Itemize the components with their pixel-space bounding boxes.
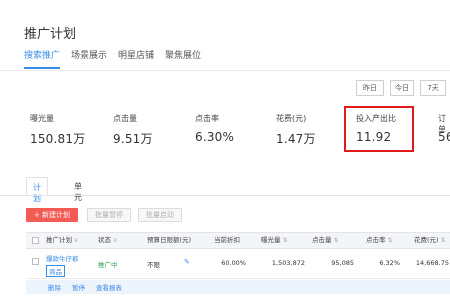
tab-star-store[interactable]: 明星店铺 [118, 49, 154, 69]
metric-value-roi: 11.92 [356, 130, 392, 144]
metric-value-ctr: 6.30% [195, 130, 235, 144]
header-plan[interactable]: 推广计划 ∨ [46, 233, 78, 248]
header-ctr[interactable]: 点击率 ⇅ [366, 233, 393, 248]
row-actions-bar: 删除 暂停 查看报表 [26, 280, 450, 294]
chevron-down-icon: ∨ [74, 237, 79, 244]
yesterday-button[interactable]: 昨日 [356, 80, 384, 96]
nav-divider [0, 70, 450, 71]
budget-value: 不限 [147, 261, 160, 269]
metric-label-clicks: 点击量 [113, 114, 137, 123]
header-cost[interactable]: 花费(元) ⇅ [414, 233, 446, 248]
channel-tabs: 搜索推广 场景展示 明星店铺 聚焦展位 [24, 49, 201, 69]
clicks-value: 95,085 [331, 259, 354, 267]
tab-scene-display[interactable]: 场景展示 [71, 49, 107, 69]
metric-value-cost: 1.47万 [276, 132, 316, 146]
impressions-value: 1,503,872 [271, 259, 305, 267]
metric-value-orders: 56 [438, 130, 450, 144]
row-checkbox[interactable] [32, 258, 39, 265]
tab-focus-booth[interactable]: 聚焦展位 [165, 49, 201, 69]
discount-value: 60.00% [221, 259, 246, 267]
header-impressions[interactable]: 曝光量 ⇅ [261, 233, 288, 248]
metric-value-impressions: 150.81万 [30, 132, 86, 146]
sort-icon: ⇅ [282, 237, 288, 244]
delete-link[interactable]: 删除 [48, 282, 61, 292]
header-budget: 预算日限额(元) [147, 236, 192, 244]
date-range-group: 昨日 今日 7天 [0, 80, 450, 96]
bulk-pause-button[interactable]: 批量暂停 [87, 208, 131, 222]
header-discount: 当前折扣 [214, 236, 240, 244]
table-header: 推广计划 ∨ 状态 ∨ 预算日限额(元) 当前折扣 曝光量 ⇅ 点击量 ⇅ 点击… [26, 232, 450, 249]
tab-plan[interactable]: 计划 [26, 177, 48, 203]
table-row: 爆款牛仔裤 商品 推广中 不限 ✎ 60.00% 1,503,872 95,08… [26, 249, 450, 279]
sort-icon: ⇅ [333, 237, 339, 244]
select-all-checkbox[interactable] [32, 237, 39, 244]
metric-label-impressions: 曝光量 [30, 114, 54, 123]
sub-tabs-divider [0, 195, 450, 196]
header-status[interactable]: 状态 ∨ [98, 233, 117, 248]
plan-name-link[interactable]: 爆款牛仔裤 [46, 253, 79, 263]
tab-unit[interactable]: 单元 [68, 177, 88, 202]
metric-label-ctr: 点击率 [195, 114, 219, 123]
cost-value: 14,668.75 [415, 259, 449, 267]
pause-link[interactable]: 暂停 [72, 282, 85, 292]
today-button[interactable]: 今日 [390, 80, 414, 96]
bulk-start-button[interactable]: 批量启动 [138, 208, 182, 222]
view-report-link[interactable]: 查看报表 [96, 282, 122, 292]
page-title: 推广计划 [24, 27, 77, 42]
metric-value-clicks: 9.51万 [113, 132, 153, 146]
new-plan-button[interactable]: + 新建计划 [26, 208, 78, 222]
header-clicks[interactable]: 点击量 ⇅ [312, 233, 339, 248]
tab-search-promotion[interactable]: 搜索推广 [24, 49, 61, 69]
product-tag: 商品 [46, 265, 65, 277]
seven-days-button[interactable]: 7天 [420, 80, 446, 96]
chevron-down-icon: ∨ [113, 237, 118, 244]
metric-label-cost: 花费(元) [276, 114, 307, 123]
status-badge: 推广中 [98, 261, 118, 269]
ctr-value: 6.32% [379, 259, 400, 267]
metric-label-roi: 投入产出比 [356, 114, 396, 123]
sort-icon: ⇅ [440, 237, 446, 244]
sort-icon: ⇅ [387, 237, 393, 244]
edit-icon[interactable]: ✎ [184, 258, 190, 266]
